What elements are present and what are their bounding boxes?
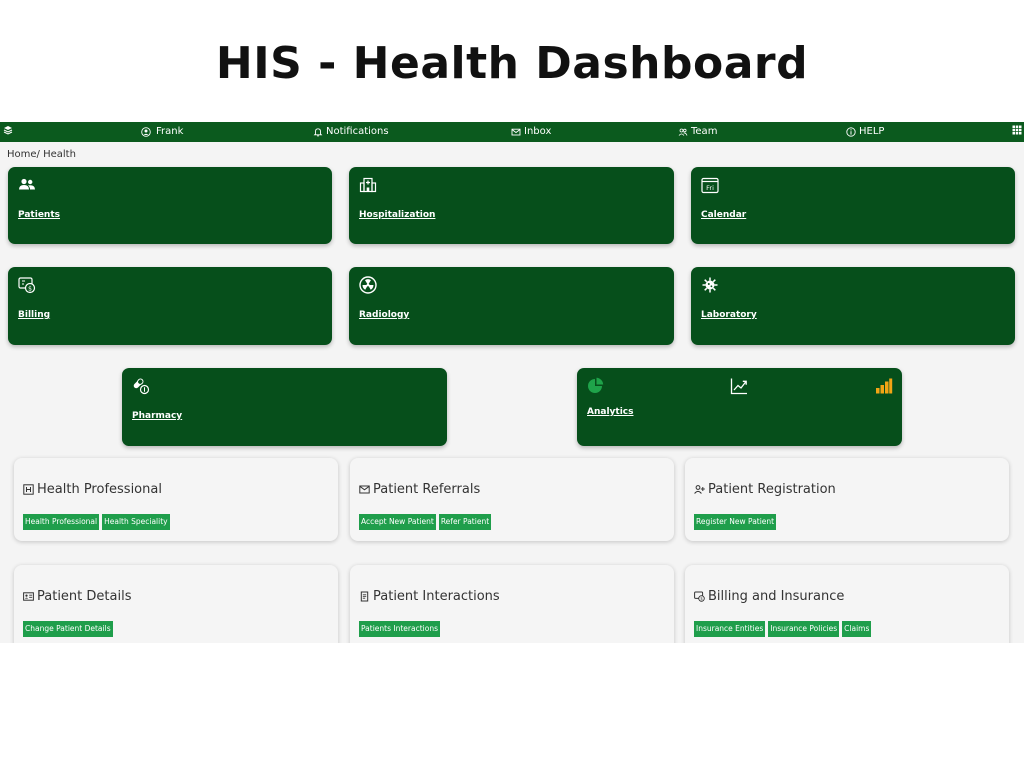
grid-icon[interactable] [1012,125,1022,135]
nav-team-label: Team [691,126,718,137]
tile-laboratory[interactable]: Laboratory [691,267,1015,345]
tile-pharmacy[interactable]: Pharmacy [122,368,447,446]
card-title: Patient Interactions [373,589,500,604]
tile-label: Radiology [359,310,410,320]
svg-text:$: $ [700,596,703,601]
register-new-patient-button[interactable]: Register New Patient [694,514,777,530]
card-patient-referrals: Patient Referrals Accept New Patient Ref… [350,458,674,541]
tile-label: Calendar [701,210,747,220]
card-header: Patient Referrals [359,482,480,497]
pie-chart-icon [587,377,605,395]
team-icon [678,128,688,136]
mail-icon [359,485,370,494]
tile-hospitalization[interactable]: Hospitalization [349,167,674,244]
tile-label: Pharmacy [132,411,183,421]
users-icon [18,176,36,194]
card-header: Health Professional [23,482,162,497]
user-plus-icon [694,485,705,494]
card-buttons: Health Professional Health Speciality [23,514,170,530]
tile-label: Patients [18,210,60,220]
tile-label: Analytics [587,407,634,417]
app-window: Frank Notifications Inbox Team HELP Home… [0,122,1024,643]
page-title: HIS - Health Dashboard [215,38,809,89]
card-buttons: Insurance Entities Insurance Policies Cl… [694,621,872,637]
svg-text:$: $ [28,285,32,292]
mail-icon [511,128,521,136]
refer-patient-button[interactable]: Refer Patient [438,514,492,530]
layers-icon[interactable] [3,125,13,135]
virus-icon [701,276,719,294]
tile-billing[interactable]: $ Billing [8,267,332,345]
tile-calendar[interactable]: Fri Calendar [691,167,1015,244]
nav-help[interactable]: HELP [846,125,884,139]
user-icon [141,127,151,137]
nav-inbox[interactable]: Inbox [511,125,551,139]
top-navbar: Frank Notifications Inbox Team HELP [0,122,1024,142]
card-title: Patient Referrals [373,482,481,497]
nav-notifications-label: Notifications [326,126,389,137]
tile-analytics[interactable]: Analytics [577,368,902,446]
tile-radiology[interactable]: Radiology [349,267,674,345]
card-buttons: Accept New Patient Refer Patient [359,514,492,530]
billing-icon: $ [18,276,36,294]
card-buttons: Register New Patient [694,514,777,530]
document-icon [360,591,369,602]
card-title: Patient Details [37,589,132,604]
breadcrumb-health[interactable]: Health [43,149,76,160]
nav-notifications[interactable]: Notifications [313,125,389,139]
card-buttons: Patients Interactions [359,621,441,637]
accept-new-patient-button[interactable]: Accept New Patient [359,514,436,530]
card-header: $ Billing and Insurance [694,589,844,604]
card-title: Patient Registration [708,482,836,497]
tile-label: Billing [18,310,51,320]
calendar-icon-text: Fri [706,184,714,192]
health-speciality-button[interactable]: Health Speciality [102,514,170,530]
bell-icon [313,128,323,137]
h-square-icon [23,484,34,495]
bar-chart-icon [875,377,893,395]
card-header: Patient Interactions [359,589,500,604]
radiation-icon [359,276,377,294]
billing-icon: $ [694,591,705,602]
health-professional-button[interactable]: Health Professional [23,514,100,530]
nav-inbox-label: Inbox [524,126,552,137]
card-title: Billing and Insurance [708,589,845,604]
card-header: Patient Registration [694,482,836,497]
card-title: Health Professional [37,482,162,497]
line-chart-icon [730,377,748,395]
claims-button[interactable]: Claims [842,621,872,637]
nav-team[interactable]: Team [678,125,717,139]
card-billing-and-insurance: $ Billing and Insurance Insurance Entiti… [685,565,1009,643]
nav-help-label: HELP [859,126,885,137]
card-header: Patient Details [23,589,131,604]
pills-icon [132,377,150,395]
insurance-entities-button[interactable]: Insurance Entities [694,621,766,637]
card-patient-interactions: Patient Interactions Patients Interactio… [350,565,674,643]
breadcrumb: Home/ Health [7,149,76,160]
hospital-icon [359,176,377,194]
change-patient-details-button[interactable]: Change Patient Details [23,621,113,637]
tile-patients[interactable]: Patients [8,167,332,244]
breadcrumb-home[interactable]: Home [7,149,37,160]
nav-user[interactable]: Frank [141,125,183,139]
tile-label: Laboratory [701,310,757,320]
card-patient-details: Patient Details Change Patient Details [14,565,338,643]
nav-user-label: Frank [156,126,184,137]
card-buttons: Change Patient Details [23,621,113,637]
info-icon [846,127,856,137]
calendar-icon: Fri [701,176,719,194]
card-patient-registration: Patient Registration Register New Patien… [685,458,1009,541]
insurance-policies-button[interactable]: Insurance Policies [768,621,840,637]
card-health-professional: Health Professional Health Professional … [14,458,338,541]
id-card-icon [23,592,34,601]
patients-interactions-button[interactable]: Patients Interactions [359,621,441,637]
tile-label: Hospitalization [359,210,436,220]
